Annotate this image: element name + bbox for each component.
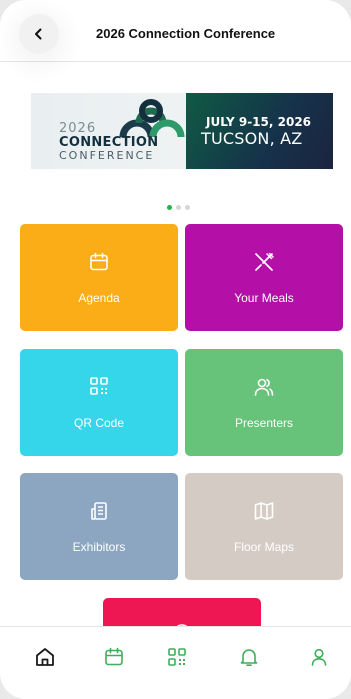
tab-agenda[interactable] [101,644,127,670]
map-icon [254,502,274,520]
banner-year: 2026 [59,121,97,136]
tile-agenda-label: Agenda [78,291,120,305]
carousel-dot-1[interactable] [167,205,172,210]
tile-qr-code[interactable]: QR Code [20,349,178,456]
tile-agenda[interactable]: Agenda [20,224,178,331]
user-icon [311,648,327,666]
bottom-tab-bar [0,626,351,699]
carousel-indicator [167,205,190,210]
tile-exhibitors[interactable]: Exhibitors [20,473,178,580]
tile-your-meals[interactable]: Your Meals [185,224,343,331]
banner-date: JULY 9-15, 2026 [206,115,312,129]
chevron-left-icon [35,28,42,40]
users-icon [254,378,274,396]
conference-banner[interactable]: 2026 CONNECTION CONFERENCE JULY 9-15, 20… [31,93,333,169]
qr-code-icon [168,648,186,666]
bell-icon [240,649,258,666]
qr-code-icon [90,377,108,395]
tile-qr-code-label: QR Code [73,416,125,430]
banner-city: TUCSON, AZ [201,129,303,148]
tile-your-meals-label: Your Meals [234,291,294,305]
tile-presenters[interactable]: Presenters [185,349,343,456]
utensils-crossed-icon [255,252,274,271]
tab-qr-code[interactable] [164,644,190,670]
tile-floor-maps[interactable]: Floor Maps [185,473,343,580]
tab-profile[interactable] [306,644,332,670]
carousel-dot-3[interactable] [185,205,190,210]
calendar-icon [105,647,123,666]
page-title: 2026 Connection Conference [96,26,276,41]
home-icon [36,648,54,666]
tile-exhibitors-label: Exhibitors [72,540,126,554]
tab-home[interactable] [32,644,58,670]
app-screen: 2026 Connection Conference 2026 CONNECTI… [0,0,351,699]
banner-subname: CONFERENCE [59,149,155,162]
carousel-dot-2[interactable] [176,205,181,210]
calendar-icon [90,252,108,271]
banner-name: CONNECTION [59,135,159,150]
back-button[interactable] [19,14,59,54]
top-bar: 2026 Connection Conference [0,0,351,62]
tile-floor-maps-label: Floor Maps [233,540,295,554]
tile-presenters-label: Presenters [234,416,294,430]
building-icon [91,502,107,520]
tab-notifications[interactable] [236,644,262,670]
